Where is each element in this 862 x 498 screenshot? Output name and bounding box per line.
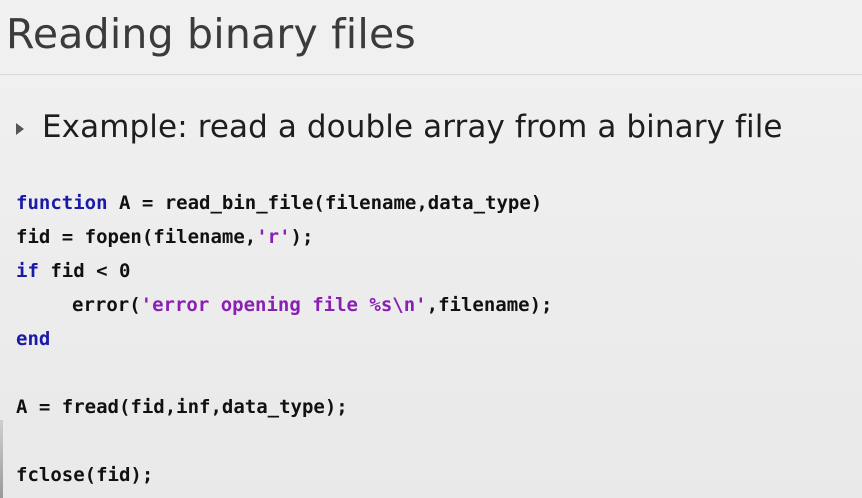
- code-string-mode: 'r': [256, 226, 291, 248]
- code-keyword-end: end: [16, 328, 51, 350]
- code-line-fclose: fclose(fid);: [16, 458, 552, 492]
- code-fopen-call: fid = fopen(filename,: [16, 226, 257, 248]
- code-function-signature: A = read_bin_file(filename,data_type): [107, 192, 543, 214]
- bullet-text: Example: read a double array from a bina…: [42, 109, 783, 145]
- slide-edge-shadow: [0, 420, 3, 498]
- code-error-args: ,filename);: [426, 294, 553, 316]
- triangle-bullet-icon: [16, 123, 24, 135]
- code-fclose-call: fclose(fid);: [16, 464, 154, 486]
- slide-title: Reading binary files: [6, 10, 416, 58]
- code-keyword-if: if: [16, 260, 39, 282]
- code-line-error: error('error opening file %s\n',filename…: [16, 288, 552, 322]
- code-string-error-message: 'error opening file %s\n': [140, 294, 427, 316]
- code-if-condition: fid < 0: [38, 260, 131, 282]
- code-keyword-function: function: [16, 192, 108, 214]
- code-fread-call: A = fread(fid,inf,data_type);: [16, 396, 348, 418]
- code-line-end: end: [16, 322, 552, 356]
- code-fopen-close: );: [290, 226, 314, 248]
- code-line-fopen: fid = fopen(filename,'r');: [16, 220, 552, 254]
- code-error-call: error(: [72, 294, 141, 316]
- title-divider: [0, 74, 862, 75]
- code-line-if: if fid < 0: [16, 254, 552, 288]
- code-line-fread: A = fread(fid,inf,data_type);: [16, 390, 552, 424]
- code-block: function A = read_bin_file(filename,data…: [16, 186, 552, 492]
- code-line-function: function A = read_bin_file(filename,data…: [16, 186, 552, 220]
- bullet-item: Example: read a double array from a bina…: [16, 104, 783, 150]
